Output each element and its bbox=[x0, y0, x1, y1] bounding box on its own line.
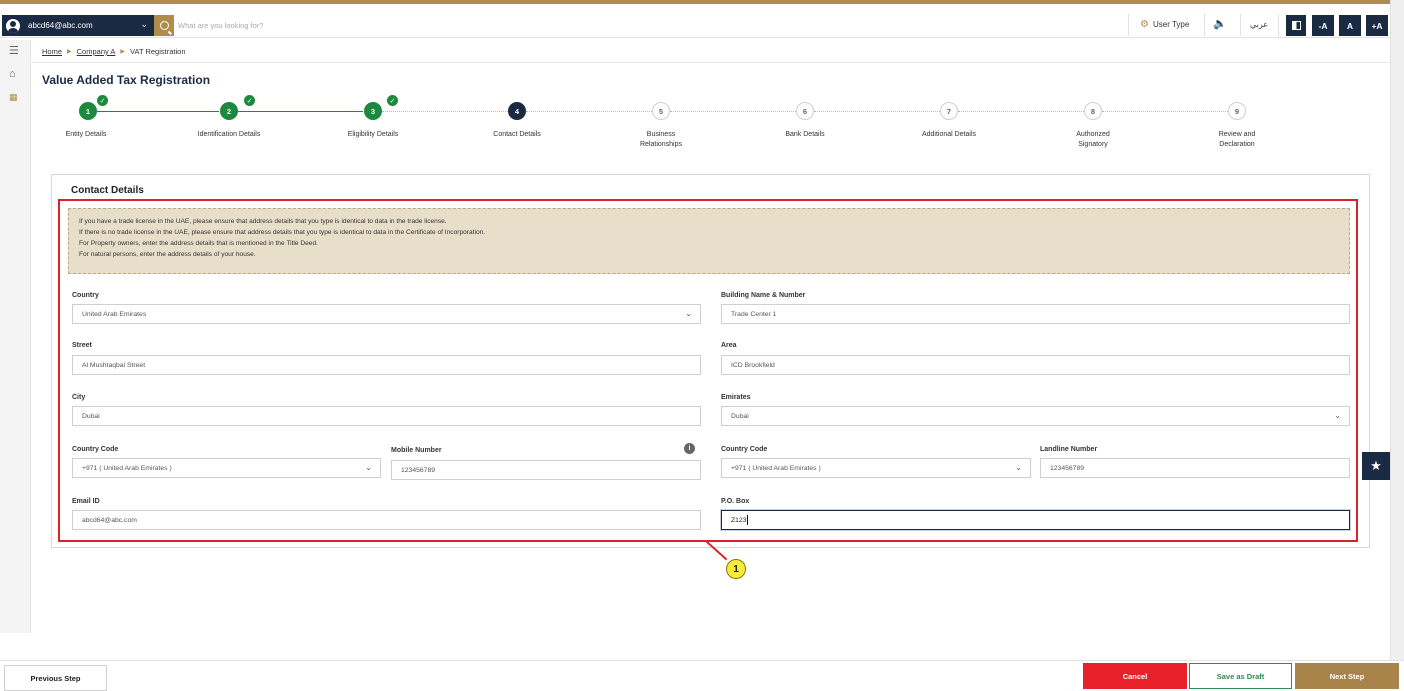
step-label-8: Authorized Signatory bbox=[1038, 130, 1148, 149]
favorite-star-button[interactable]: ★ bbox=[1362, 452, 1390, 480]
step-8[interactable]: 8 bbox=[1084, 102, 1102, 120]
step-label-2: Identification Details bbox=[197, 131, 261, 138]
divider bbox=[31, 62, 1390, 63]
top-accent-bar bbox=[0, 0, 1404, 4]
step-connector bbox=[97, 111, 219, 112]
gear-icon: ⚙ bbox=[1140, 19, 1149, 30]
step-connector bbox=[1102, 111, 1228, 112]
breadcrumb-current: VAT Registration bbox=[130, 47, 186, 56]
user-menu[interactable]: abcd64@abc.com ⌄ bbox=[2, 15, 154, 36]
step-9[interactable]: 9 bbox=[1228, 102, 1246, 120]
step-label-5-line2: Relationships bbox=[639, 140, 683, 148]
step-label-6: Bank Details bbox=[785, 131, 825, 138]
hamburger-menu-icon[interactable]: ☰ bbox=[9, 44, 19, 57]
step-connector bbox=[382, 111, 508, 112]
step-connector bbox=[526, 111, 652, 112]
chevron-down-icon: ⌄ bbox=[140, 19, 148, 29]
user-type-label: User Type bbox=[1152, 20, 1190, 29]
page-title: Value Added Tax Registration bbox=[42, 73, 211, 87]
divider bbox=[1128, 14, 1129, 36]
check-icon: ✓ bbox=[244, 95, 255, 106]
section-title: Contact Details bbox=[71, 185, 144, 196]
step-label-7: Additional Details bbox=[921, 131, 977, 138]
step-label-5: Business Relationships bbox=[606, 130, 716, 149]
annotation-marker: 1 bbox=[726, 559, 746, 579]
check-icon: ✓ bbox=[387, 95, 398, 106]
page-scrollbar[interactable] bbox=[1390, 0, 1404, 660]
grid-icon[interactable]: ▦ bbox=[9, 92, 18, 103]
home-icon[interactable]: ⌂ bbox=[9, 68, 16, 80]
divider bbox=[1204, 14, 1205, 36]
user-email: abcd64@abc.com bbox=[28, 21, 93, 30]
divider bbox=[1240, 14, 1241, 36]
step-label-5-line1: Business bbox=[646, 131, 676, 138]
cancel-button[interactable]: Cancel bbox=[1083, 663, 1187, 689]
step-3[interactable]: 3 bbox=[364, 102, 382, 120]
previous-step-button[interactable]: Previous Step bbox=[4, 665, 107, 691]
contrast-toggle-button[interactable] bbox=[1286, 15, 1306, 36]
step-connector bbox=[670, 111, 796, 112]
font-decrease-button[interactable]: -A bbox=[1312, 15, 1334, 36]
step-label-8-line2: Signatory bbox=[1078, 140, 1108, 148]
breadcrumb-company[interactable]: Company A bbox=[77, 47, 116, 56]
next-step-button[interactable]: Next Step bbox=[1295, 663, 1399, 689]
breadcrumb-home[interactable]: Home bbox=[42, 47, 62, 56]
step-label-3: Eligibility Details bbox=[347, 131, 399, 138]
search-button[interactable] bbox=[154, 15, 174, 36]
step-label-4: Contact Details bbox=[493, 131, 541, 138]
step-1[interactable]: 1 bbox=[79, 102, 97, 120]
triangle-right-icon: ▶ bbox=[120, 49, 126, 55]
step-label-9: Review and Declaration bbox=[1182, 130, 1292, 149]
step-6[interactable]: 6 bbox=[796, 102, 814, 120]
save-as-draft-button[interactable]: Save as Draft bbox=[1189, 663, 1292, 689]
step-label-1: Entity Details bbox=[65, 131, 107, 138]
step-label-9-line1: Review and bbox=[1218, 131, 1256, 138]
divider bbox=[1278, 14, 1279, 36]
step-connector bbox=[238, 111, 363, 112]
user-type-selector[interactable]: ⚙ User Type bbox=[1140, 19, 1189, 30]
step-connector bbox=[814, 111, 940, 112]
star-icon: ★ bbox=[1370, 458, 1382, 473]
contrast-icon bbox=[1291, 21, 1301, 30]
user-avatar-icon bbox=[6, 18, 20, 33]
search-icon bbox=[159, 21, 169, 30]
top-bar: abcd64@abc.com ⌄ ⚙ User Type 🔈 عربي -A A… bbox=[0, 12, 1390, 38]
sidebar: ☰ ⌂ ▦ bbox=[0, 40, 31, 633]
breadcrumb: Home ▶ Company A ▶ VAT Registration bbox=[42, 47, 186, 56]
triangle-right-icon: ▶ bbox=[67, 49, 72, 55]
step-label-9-line2: Declaration bbox=[1219, 140, 1255, 148]
speaker-icon[interactable]: 🔈 bbox=[1213, 17, 1227, 30]
font-normal-button[interactable]: A bbox=[1339, 15, 1361, 36]
highlight-frame bbox=[58, 199, 1358, 542]
step-7[interactable]: 7 bbox=[940, 102, 958, 120]
font-increase-button[interactable]: +A bbox=[1366, 15, 1388, 36]
step-label-8-line1: Authorized bbox=[1076, 131, 1110, 138]
step-4[interactable]: 4 bbox=[508, 102, 526, 120]
step-5[interactable]: 5 bbox=[652, 102, 670, 120]
search-input[interactable] bbox=[178, 16, 678, 34]
step-connector bbox=[958, 111, 1084, 112]
check-icon: ✓ bbox=[97, 95, 108, 106]
step-2[interactable]: 2 bbox=[220, 102, 238, 120]
language-toggle[interactable]: عربي bbox=[1250, 20, 1268, 29]
